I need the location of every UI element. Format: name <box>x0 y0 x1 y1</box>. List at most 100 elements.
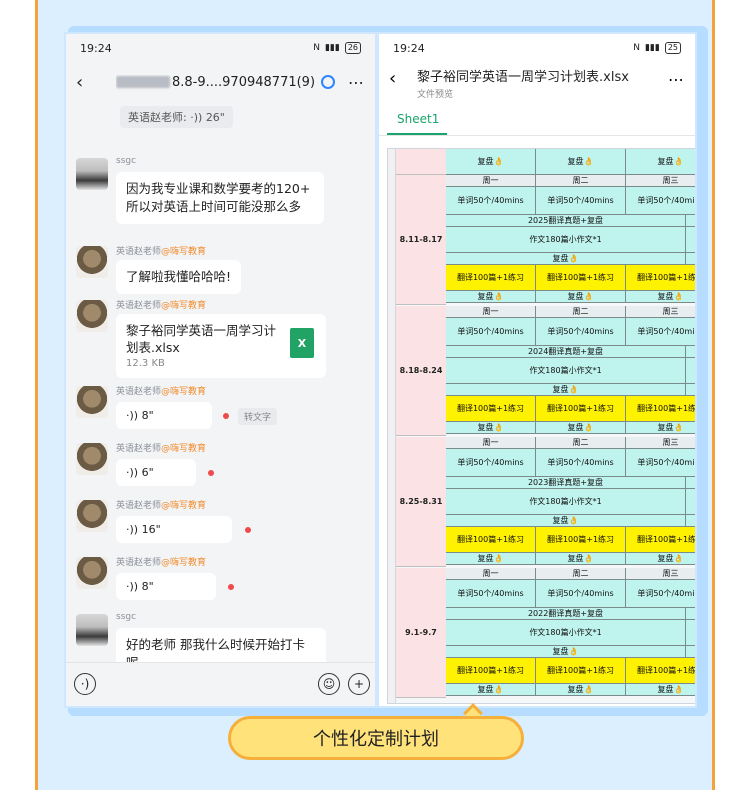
message-bubble[interactable]: 因为我专业课和数学要考的120+ 所以对英语上时间可能没那么多 <box>116 172 324 224</box>
spreadsheet-cell[interactable]: 58篇 <box>686 608 695 619</box>
spreadsheet-cell[interactable]: 2024翻译真题+复盘 <box>446 346 686 357</box>
spreadsheet-cell[interactable]: 单词50个/40mins <box>626 580 695 607</box>
back-icon[interactable]: ‹ <box>389 68 411 89</box>
spreadsheet-cell[interactable]: 翻译100篇+1练习 <box>536 396 626 421</box>
voice-input-icon[interactable]: ·) <box>74 673 96 695</box>
file-message-bubble[interactable]: 黎子裕同学英语一周学习计划表.xlsx 12.3 KB X <box>116 314 326 378</box>
spreadsheet-cell[interactable]: 复盘👌 <box>446 149 536 174</box>
spreadsheet-cell[interactable]: 作文180篇小作文*1 <box>446 489 686 514</box>
spreadsheet-cell[interactable]: 单词50个/40mins <box>626 449 695 476</box>
spreadsheet-cell[interactable]: 作文1 <box>686 620 695 645</box>
spreadsheet-cell[interactable]: 翻译100篇+1练习 <box>536 527 626 552</box>
more-options-icon[interactable]: ⋯ <box>668 70 685 89</box>
spreadsheet-cell[interactable]: 单词50个/40mins <box>536 449 626 476</box>
spreadsheet-cell[interactable]: 58篇 <box>686 477 695 488</box>
date-cell[interactable]: 8.11-8.17 <box>396 175 446 305</box>
spreadsheet-cell[interactable]: 周二 <box>536 306 626 317</box>
spreadsheet-cell[interactable]: 作文180篇小作文*1 <box>446 620 686 645</box>
emoji-icon[interactable]: ☺ <box>318 673 340 695</box>
spreadsheet-cell[interactable]: 单词50个/40mins <box>536 187 626 214</box>
spreadsheet-cell[interactable]: 周一 <box>446 306 536 317</box>
spreadsheet-cell[interactable]: 复盘👌 <box>536 422 626 433</box>
spreadsheet-cell[interactable]: 周一 <box>446 437 536 448</box>
spreadsheet-cell[interactable]: 翻译100篇+1练习 <box>446 658 536 683</box>
spreadsheet-cell[interactable]: 复盘👌 <box>626 149 695 174</box>
spreadsheet-cell[interactable]: 单词50个/40mins <box>536 580 626 607</box>
spreadsheet-cell[interactable]: 复盘👌 <box>446 515 686 526</box>
spreadsheet-cell[interactable]: 复盘👌 <box>626 684 695 695</box>
avatar[interactable] <box>76 443 108 475</box>
spreadsheet-cell[interactable]: 翻译100篇+1练习 <box>536 658 626 683</box>
spreadsheet-cell[interactable]: 单词50个/40mins <box>446 187 536 214</box>
avatar[interactable] <box>76 500 108 532</box>
spreadsheet-cell[interactable]: 复盘👌 <box>626 422 695 433</box>
spreadsheet-cell[interactable]: 复盘👌 <box>446 553 536 564</box>
voice-message[interactable]: ·)) 16" <box>116 516 232 543</box>
spreadsheet-cell[interactable]: 复盘👌 <box>446 684 536 695</box>
spreadsheet-cell[interactable]: 2022翻译真题+复盘 <box>446 608 686 619</box>
avatar[interactable] <box>76 158 108 190</box>
plus-icon[interactable]: + <box>348 673 370 695</box>
message-bubble[interactable]: 了解啦我懂哈哈哈! <box>116 260 242 294</box>
spreadsheet-cell[interactable]: 翻译100篇+1练习 <box>446 396 536 421</box>
spreadsheet-cell[interactable]: 翻译100篇+1练习 <box>626 527 695 552</box>
spreadsheet-cell[interactable]: 周一 <box>446 568 536 579</box>
convert-to-text-button[interactable]: 转文字 <box>238 408 278 425</box>
date-cell[interactable]: 8.25-8.31 <box>396 437 446 567</box>
spreadsheet-cell[interactable]: 复盘👌 <box>536 684 626 695</box>
voice-message[interactable]: ·)) 8" <box>116 573 216 600</box>
spreadsheet-grid[interactable]: 复盘👌 复盘👌 复盘👌 8.11-8.17 周一 周二 周三 单词50个/40mins 单词50… <box>387 148 695 704</box>
spreadsheet-cell[interactable]: 单词50个/40mins <box>626 187 695 214</box>
avatar[interactable] <box>76 300 108 332</box>
spreadsheet-cell[interactable]: 翻译100篇+1练习 <box>536 265 626 290</box>
back-icon[interactable]: ‹ <box>76 72 98 93</box>
spreadsheet-cell[interactable]: 复盘👌 <box>446 291 536 302</box>
spreadsheet-cell[interactable]: 复盘👌 <box>446 646 686 657</box>
spreadsheet-cell[interactable]: 复盘👌 <box>446 422 536 433</box>
date-cell[interactable]: 9.1-9.7 <box>396 568 446 698</box>
spreadsheet-cell[interactable]: 复盘👌 <box>536 291 626 302</box>
spreadsheet-cell[interactable]: 2025翻译真题+复盘 <box>446 215 686 226</box>
more-options-icon[interactable]: ⋯ <box>348 73 365 92</box>
spreadsheet-cell[interactable]: 翻译100篇+1练习 <box>446 527 536 552</box>
spreadsheet-cell[interactable]: 单词50个/40mins <box>446 318 536 345</box>
spreadsheet-cell[interactable]: 58篇 <box>686 215 695 226</box>
spreadsheet-cell[interactable]: 58篇 <box>686 346 695 357</box>
spreadsheet-cell[interactable]: 周二 <box>536 175 626 186</box>
spreadsheet-cell[interactable]: 复盘👌 <box>446 253 686 264</box>
spreadsheet-cell[interactable]: 周三 <box>626 306 695 317</box>
spreadsheet-cell[interactable]: 翻译100篇+1练习 <box>626 396 695 421</box>
spreadsheet-cell[interactable]: 单词50个/40mins <box>626 318 695 345</box>
spreadsheet-cell[interactable]: 翻译100篇+1练习 <box>626 265 695 290</box>
spreadsheet-cell[interactable]: 作文180篇小作文*1 <box>446 358 686 383</box>
spreadsheet-cell[interactable]: 作文1 <box>686 489 695 514</box>
voice-message[interactable]: ·)) 6" <box>116 459 196 486</box>
spreadsheet-cell[interactable]: 单词50个/40mins <box>536 318 626 345</box>
spreadsheet-cell[interactable]: 复盘👌 <box>626 291 695 302</box>
spreadsheet-cell[interactable]: 翻译100篇+1练习 <box>446 265 536 290</box>
spreadsheet-cell[interactable]: 复盘👌 <box>536 553 626 564</box>
spreadsheet-cell[interactable]: 翻译100篇+1练习 <box>626 658 695 683</box>
voice-message[interactable]: ·)) 8" <box>116 402 212 429</box>
avatar[interactable] <box>76 557 108 589</box>
spreadsheet-cell[interactable]: 复盘👌 <box>536 149 626 174</box>
tab-sheet1[interactable]: Sheet1 <box>397 112 439 126</box>
spreadsheet-cell[interactable]: 周二 <box>536 437 626 448</box>
spreadsheet-cell[interactable]: 周一 <box>446 175 536 186</box>
spreadsheet-cell[interactable]: 单词50个/40mins <box>446 449 536 476</box>
spreadsheet-cell[interactable]: 周三 <box>626 437 695 448</box>
date-cell[interactable]: 8.18-8.24 <box>396 306 446 436</box>
spreadsheet-cell[interactable]: 单词50个/40mins <box>446 580 536 607</box>
spreadsheet-cell[interactable]: 周三 <box>626 568 695 579</box>
avatar[interactable] <box>76 246 108 278</box>
avatar[interactable] <box>76 614 108 646</box>
spreadsheet-cell[interactable]: 作文1 <box>686 358 695 383</box>
spreadsheet-cell[interactable]: 作文180篇小作文*1 <box>446 227 686 252</box>
spreadsheet-cell[interactable]: 复盘👌 <box>626 553 695 564</box>
spreadsheet-cell[interactable]: 2023翻译真题+复盘 <box>446 477 686 488</box>
spreadsheet-cell[interactable]: 周三 <box>626 175 695 186</box>
spreadsheet-cell[interactable]: 复盘👌 <box>446 384 686 395</box>
avatar[interactable] <box>76 386 108 418</box>
spreadsheet-cell[interactable]: 周二 <box>536 568 626 579</box>
spreadsheet-cell[interactable]: 作文1 <box>686 227 695 252</box>
